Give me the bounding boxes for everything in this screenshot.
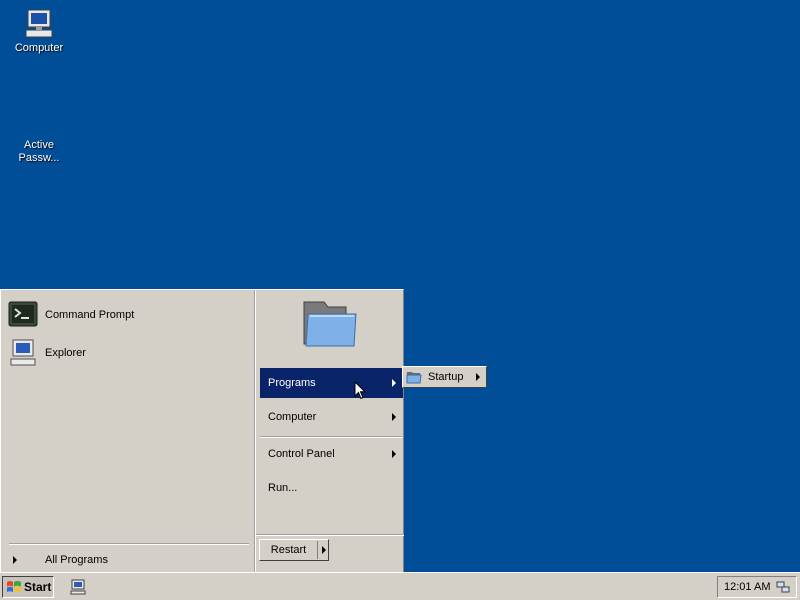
windows-logo-icon	[7, 581, 21, 592]
start-item-label: Explorer	[45, 347, 86, 359]
menu-item-control-panel[interactable]: Control Panel	[260, 439, 403, 469]
desktop-icon-computer[interactable]: Computer	[0, 8, 78, 55]
computer-icon	[25, 9, 53, 38]
menu-item-label: Run...	[268, 482, 298, 494]
start-item-command-prompt[interactable]: Command Prompt	[7, 298, 247, 332]
start-menu-left-pane: Command Prompt Explorer All Programs	[1, 290, 255, 572]
explorer-icon	[10, 339, 36, 366]
restart-options-arrow-icon[interactable]	[322, 546, 326, 554]
mouse-cursor-icon	[354, 381, 366, 400]
arrow-right-icon	[392, 450, 396, 458]
folder-icon	[303, 301, 357, 347]
start-menu: Command Prompt Explorer All Programs Pro…	[0, 289, 404, 572]
start-menu-right-pane: Programs Computer Control Panel Run... R…	[255, 290, 404, 572]
all-programs-button[interactable]: All Programs	[7, 551, 247, 569]
menu-item-label: Computer	[268, 411, 317, 423]
arrow-right-icon	[392, 413, 396, 421]
start-label: Start	[24, 580, 52, 594]
menu-item-computer[interactable]: Computer	[260, 402, 403, 432]
folder-icon	[406, 372, 422, 384]
desktop-icon-active-password[interactable]: Active Passw...	[0, 137, 78, 165]
system-tray: 12:01 AM	[717, 576, 797, 598]
arrow-right-icon	[392, 379, 396, 387]
menu-item-run[interactable]: Run...	[260, 473, 403, 503]
arrow-right-icon	[476, 373, 480, 381]
menu-item-programs[interactable]: Programs	[260, 368, 403, 398]
menu-item-label: Programs	[268, 377, 316, 389]
arrow-right-icon	[13, 556, 17, 564]
divider	[260, 436, 402, 438]
divider	[256, 534, 404, 536]
network-icon[interactable]	[776, 580, 790, 594]
menu-item-label: Control Panel	[268, 448, 335, 460]
taskbar: Start 12:01 AM	[0, 572, 800, 600]
start-item-explorer[interactable]: Explorer	[7, 336, 247, 370]
desktop-icon-label: Active Passw...	[18, 139, 60, 164]
start-button[interactable]: Start	[2, 576, 54, 598]
divider	[9, 543, 249, 545]
clock[interactable]: 12:01 AM	[724, 581, 770, 593]
submenu-item-startup[interactable]: Startup	[428, 371, 463, 383]
all-programs-label: All Programs	[45, 554, 108, 566]
show-desktop-icon[interactable]	[70, 579, 86, 595]
desktop-icon-label: Computer	[14, 42, 64, 54]
restart-button[interactable]: Restart	[259, 539, 329, 561]
submenu-programs: Startup	[402, 366, 487, 388]
start-item-label: Command Prompt	[45, 309, 135, 321]
command-prompt-icon	[8, 301, 38, 327]
restart-label: Restart	[260, 541, 318, 559]
